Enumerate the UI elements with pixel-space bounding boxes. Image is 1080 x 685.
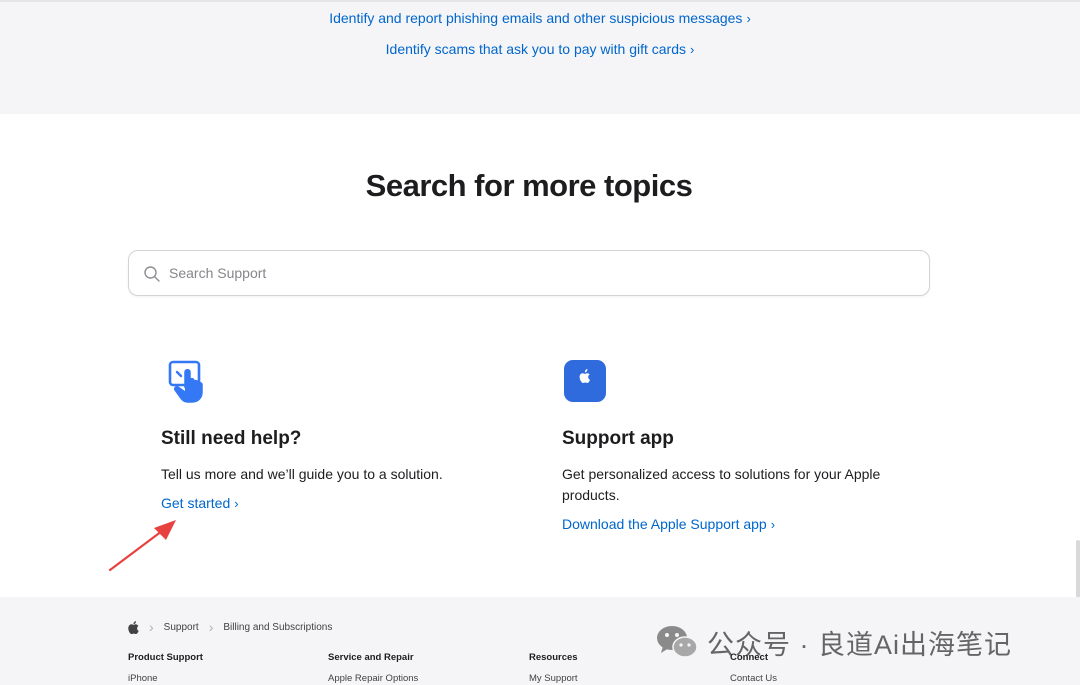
get-started-link[interactable]: Get started › bbox=[161, 495, 239, 511]
gift-card-scam-link[interactable]: Identify scams that ask you to pay with … bbox=[0, 41, 1080, 57]
footer-column-product-support: Product Support iPhone bbox=[128, 652, 318, 684]
footer: › Support › Billing and Subscriptions Pr… bbox=[0, 597, 1080, 685]
breadcrumb-billing-subscriptions[interactable]: Billing and Subscriptions bbox=[223, 622, 332, 633]
footer-link-iphone[interactable]: iPhone bbox=[128, 673, 318, 684]
footer-column-title: Product Support bbox=[128, 652, 203, 663]
download-support-app-label: Download the Apple Support app bbox=[562, 516, 767, 532]
footer-column-title: Resources bbox=[529, 652, 578, 663]
apple-support-app-icon bbox=[564, 360, 606, 402]
phishing-link-label: Identify and report phishing emails and … bbox=[329, 10, 743, 26]
footer-column-resources: Resources My Support bbox=[529, 652, 719, 684]
support-app-card: Support app Get personalized access to s… bbox=[562, 358, 902, 534]
phishing-link[interactable]: Identify and report phishing emails and … bbox=[0, 10, 1080, 26]
search-box[interactable] bbox=[128, 250, 930, 296]
apple-logo-icon[interactable] bbox=[128, 620, 139, 634]
red-arrow-icon bbox=[108, 520, 176, 572]
search-icon bbox=[144, 266, 160, 282]
breadcrumb-support[interactable]: Support bbox=[164, 622, 199, 633]
breadcrumb-separator: › bbox=[208, 619, 214, 635]
footer-link-my-support[interactable]: My Support bbox=[529, 673, 719, 684]
download-support-app-link[interactable]: Download the Apple Support app › bbox=[562, 516, 775, 532]
breadcrumb-separator: › bbox=[149, 619, 154, 635]
footer-link-repair-options[interactable]: Apple Repair Options bbox=[328, 673, 518, 684]
footer-column-service-repair: Service and Repair Apple Repair Options bbox=[328, 652, 518, 684]
search-section-title: Search for more topics bbox=[365, 168, 693, 203]
still-need-help-title: Still need help? bbox=[161, 428, 302, 449]
search-input[interactable] bbox=[169, 251, 909, 295]
support-app-description: Get personalized access to solutions for… bbox=[562, 466, 881, 503]
chevron-right-icon: › bbox=[234, 496, 239, 511]
support-app-title: Support app bbox=[562, 428, 674, 449]
chevron-right-icon: › bbox=[746, 11, 751, 26]
still-need-help-card: Still need help? Tell us more and we’ll … bbox=[161, 358, 491, 513]
chevron-right-icon: › bbox=[770, 517, 776, 532]
still-need-help-description: Tell us more and we’ll guide you to a so… bbox=[161, 466, 443, 482]
footer-column-title: Service and Repair bbox=[328, 652, 414, 663]
footer-link-contact-us[interactable]: Contact Us bbox=[730, 673, 920, 684]
touch-screen-hand-icon bbox=[168, 360, 203, 403]
footer-column-connect: Connect Contact Us bbox=[730, 652, 920, 684]
get-started-label: Get started bbox=[161, 495, 231, 511]
breadcrumb: › Support › Billing and Subscriptions bbox=[128, 618, 332, 636]
chevron-right-icon: › bbox=[690, 42, 695, 57]
gift-card-scam-link-label: Identify scams that ask you to pay with … bbox=[385, 41, 686, 57]
footer-column-title: Connect bbox=[730, 652, 768, 663]
related-links-band: Identify and report phishing emails and … bbox=[0, 0, 1080, 114]
